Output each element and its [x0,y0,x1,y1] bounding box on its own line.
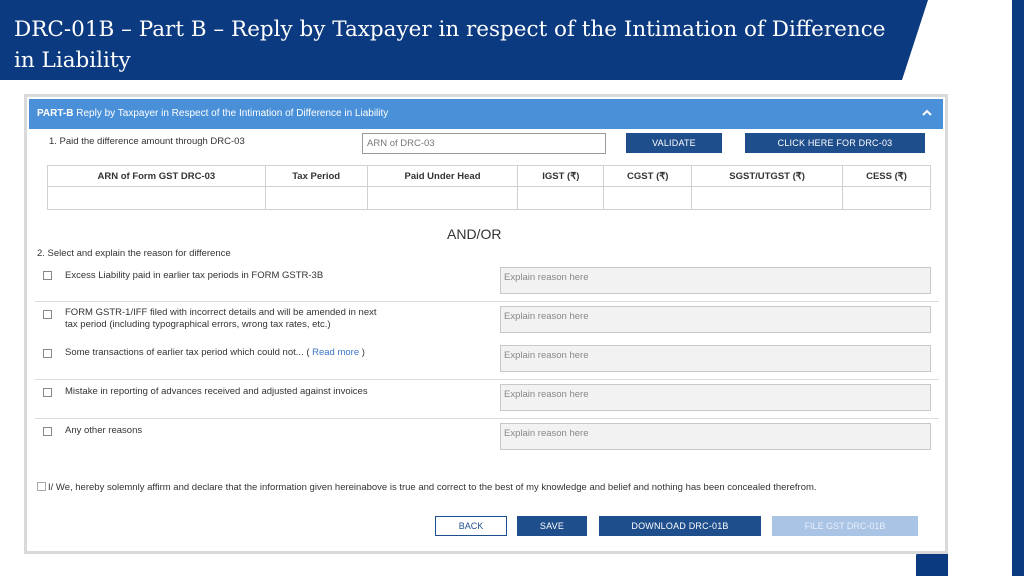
reason-line-1: FORM GSTR-1/IFF filed with incorrect det… [65,307,377,318]
checkbox-icon[interactable] [43,310,52,319]
col-igst: IGST (₹) [517,165,605,187]
reason-text: Mistake in reporting of advances receive… [65,386,485,398]
table-cell [691,186,844,210]
col-arn: ARN of Form GST DRC-03 [47,165,266,187]
reason-line-1: Any other reasons [65,425,143,436]
declaration-text: I/ We, hereby solemnly affirm and declar… [48,482,817,493]
download-drc01b-button[interactable]: DOWNLOAD DRC-01B [599,516,761,536]
arn-drc03-input[interactable] [362,133,606,154]
table-cell [366,186,519,210]
table-row [47,186,931,210]
row-divider [35,301,939,302]
col-cgst: CGST (₹) [603,165,693,187]
reason-text: Any other reasons [65,425,485,437]
checkbox-icon[interactable] [37,482,46,491]
slide-title: DRC-01B – Part B – Reply by Taxpayer in … [14,17,886,73]
reason-text: Excess Liability paid in earlier tax per… [65,270,485,282]
reason-text: FORM GSTR-1/IFF filed with incorrect det… [65,307,485,331]
read-more-link[interactable]: Read more [312,347,359,358]
table-cell [47,186,266,210]
col-tax-period: Tax Period [264,165,368,187]
drc03-table: ARN of Form GST DRC-03 Tax Period Paid U… [47,165,931,210]
reason-line-end: ) [359,347,365,358]
checkbox-icon[interactable] [43,349,52,358]
reason-line-1: Excess Liability paid in earlier tax per… [65,270,324,281]
reason-line-2: tax period (including typographical erro… [65,319,331,330]
reason-line-1: Some transactions of earlier tax period … [65,347,310,358]
table-cell [264,186,368,210]
checkbox-icon[interactable] [43,388,52,397]
reason-line-1: Mistake in reporting of advances receive… [65,386,368,397]
click-here-drc03-button[interactable]: CLICK HERE FOR DRC-03 [745,133,925,153]
table-cell [842,186,931,210]
declaration: I/ We, hereby solemnly affirm and declar… [37,482,927,494]
slide-accent-bar [1012,0,1024,576]
col-cess: CESS (₹) [842,165,931,187]
checkbox-icon[interactable] [43,427,52,436]
save-button[interactable]: SAVE [517,516,587,536]
section-1-label: 1. Paid the difference amount through DR… [49,136,245,147]
table-cell [603,186,693,210]
row-divider [35,379,939,380]
part-b-header[interactable]: PART-B Reply by Taxpayer in Respect of t… [29,99,943,129]
part-b-label: PART-B [37,108,74,119]
table-header-row: ARN of Form GST DRC-03 Tax Period Paid U… [47,165,931,187]
reason-input[interactable]: Explain reason here [500,306,931,333]
back-button[interactable]: BACK [435,516,507,536]
row-divider [35,418,939,419]
slide-accent-tab [916,552,948,576]
validate-button[interactable]: VALIDATE [626,133,722,153]
reason-input[interactable]: Explain reason here [500,384,931,411]
file-drc01b-button[interactable]: FILE GST DRC-01B [772,516,918,536]
table-cell [517,186,605,210]
screenshot-frame: PART-B Reply by Taxpayer in Respect of t… [24,94,948,554]
chevron-up-icon[interactable] [921,107,933,119]
reason-input[interactable]: Explain reason here [500,267,931,294]
checkbox-icon[interactable] [43,271,52,280]
col-sgst: SGST/UTGST (₹) [691,165,844,187]
reason-input[interactable]: Explain reason here [500,345,931,372]
col-paid-under-head: Paid Under Head [366,165,519,187]
and-or-divider: AND/OR [447,226,502,242]
part-b-title: Reply by Taxpayer in Respect of the Inti… [73,108,389,119]
reason-text: Some transactions of earlier tax period … [65,347,485,359]
reason-input[interactable]: Explain reason here [500,423,931,450]
section-2-label: 2. Select and explain the reason for dif… [37,248,231,259]
